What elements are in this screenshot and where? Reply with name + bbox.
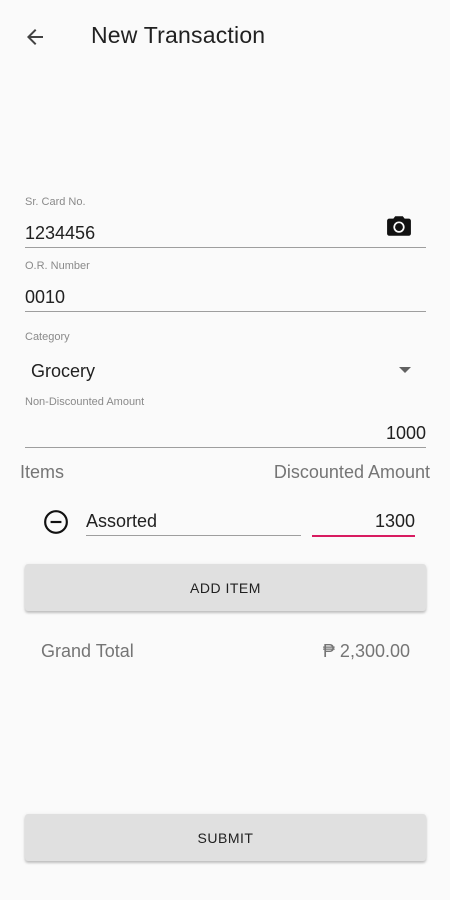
or-number-label: O.R. Number (25, 260, 90, 272)
scan-card-button[interactable] (384, 212, 414, 240)
dropdown-arrow-icon (399, 367, 411, 373)
non-discounted-underline (25, 447, 426, 448)
discounted-amount-header: Discounted Amount (273, 462, 430, 482)
grand-total-value: ₱ 2,300.00 (322, 641, 410, 661)
sr-card-underline (25, 247, 426, 248)
item-amount-underline (312, 535, 415, 537)
category-label: Category (25, 331, 70, 343)
back-button[interactable] (18, 20, 52, 54)
non-discounted-label: Non-Discounted Amount (25, 396, 145, 408)
items-header: Items (20, 462, 65, 482)
non-discounted-field[interactable]: 1000 (386, 423, 426, 444)
item-name-underline (86, 535, 301, 536)
sr-card-field[interactable]: 1234456 (25, 223, 95, 244)
item-name-field[interactable]: Assorted (86, 511, 157, 532)
category-dropdown[interactable]: Grocery (25, 352, 417, 390)
category-selected: Grocery (31, 361, 96, 381)
item-amount-field[interactable]: 1300 (375, 511, 415, 532)
page-title: New Transaction (91, 22, 266, 48)
arrow-left-icon (27, 29, 43, 45)
camera-icon (387, 216, 411, 236)
remove-circle-icon (44, 510, 68, 534)
remove-item-button[interactable] (42, 508, 70, 536)
sr-card-label: Sr. Card No. (25, 196, 86, 208)
or-number-field[interactable]: 0010 (25, 287, 65, 308)
submit-button[interactable]: SUBMIT (25, 814, 426, 861)
or-number-underline (25, 311, 426, 312)
grand-total-label: Grand Total (41, 641, 134, 661)
add-item-button[interactable]: ADD ITEM (25, 564, 426, 611)
